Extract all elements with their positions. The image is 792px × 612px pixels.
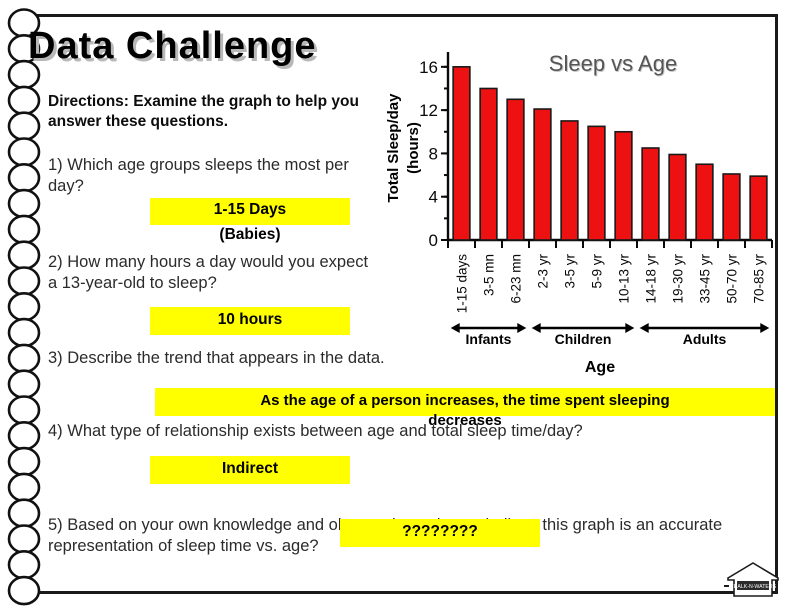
page-title: Data Challenge xyxy=(28,25,317,67)
publisher-logo-icon: CHALK-N-WATERS xyxy=(724,562,779,597)
chart-x-axis-label: Age xyxy=(585,359,615,376)
svg-text:8: 8 xyxy=(429,144,438,163)
chart-x-tick-label: 3-5 yr xyxy=(563,254,578,289)
svg-text:0: 0 xyxy=(429,231,438,250)
question-4: 4) What type of relationship exists betw… xyxy=(48,422,583,440)
answer-5[interactable]: ???????? xyxy=(340,519,540,547)
chart-bar xyxy=(506,98,525,241)
answer-1[interactable]: 1-15 Days xyxy=(150,198,350,225)
page-border-bottom xyxy=(34,591,778,594)
sleep-vs-age-bar-chart: 0 4 8 12 16 1-15 days 3-5 mn 6-23 mn 2-3 yr 3-5 y… xyxy=(385,51,773,376)
question-2: 2) How many hours a day would you expect… xyxy=(48,253,369,293)
chart-x-tick-label: 1-15 days xyxy=(455,254,470,314)
chart-x-tick-label: 14-18 yr xyxy=(644,254,659,304)
chart-y-axis-label: Total Sleep/day xyxy=(385,93,402,203)
svg-text:12: 12 xyxy=(419,101,438,120)
page-border-top xyxy=(34,14,778,17)
chart-x-tick-label: 19-30 yr xyxy=(671,254,686,304)
chart-title: Sleep vs Age xyxy=(549,51,677,76)
answer-4[interactable]: Indirect xyxy=(150,456,350,484)
chart-bar xyxy=(587,125,606,241)
chart-x-tick-label: 10-13 yr xyxy=(617,254,632,304)
spiral-binding-icon xyxy=(7,8,41,606)
chart-x-tick-label: 70-85 yr xyxy=(752,254,767,304)
answer-1-sub: (Babies) xyxy=(219,226,281,243)
svg-text:16: 16 xyxy=(419,58,438,77)
chart-bar xyxy=(452,66,471,241)
chart-bar xyxy=(479,87,498,241)
slide-canvas: Data Challenge Directions: Examine the g… xyxy=(0,0,792,612)
question-1: 1) Which age groups sleeps the most per … xyxy=(48,156,349,196)
chart-x-tick-label: 5-9 yr xyxy=(590,254,605,289)
chart-x-tick-label: 3-5 mn xyxy=(482,254,497,296)
chart-bar xyxy=(560,120,579,241)
svg-text:4: 4 xyxy=(429,188,438,207)
chart-group-label: Children xyxy=(555,331,612,347)
chart-bar xyxy=(749,175,768,241)
answer-2[interactable]: 10 hours xyxy=(150,307,350,335)
chart-x-tick-label: 33-45 yr xyxy=(698,254,713,304)
chart-bar xyxy=(695,163,714,241)
chart-bar xyxy=(533,108,552,241)
chart-bar xyxy=(614,130,633,241)
chart-bar xyxy=(668,153,687,241)
svg-text:CHALK-N-WATERS: CHALK-N-WATERS xyxy=(730,584,777,590)
chart-x-tick-label: 50-70 yr xyxy=(725,254,740,304)
chart-group-label: Infants xyxy=(466,331,512,347)
chart-x-tick-label: 6-23 mn xyxy=(509,254,524,304)
chart-bar xyxy=(641,147,660,241)
chart-y-axis-label-units: (hours) xyxy=(405,122,422,174)
chart-group-label: Adults xyxy=(683,331,727,347)
chart-x-tick-label: 2-3 yr xyxy=(536,254,551,289)
directions-text: Directions: Examine the graph to help yo… xyxy=(48,93,359,130)
chart-bar xyxy=(722,173,741,241)
